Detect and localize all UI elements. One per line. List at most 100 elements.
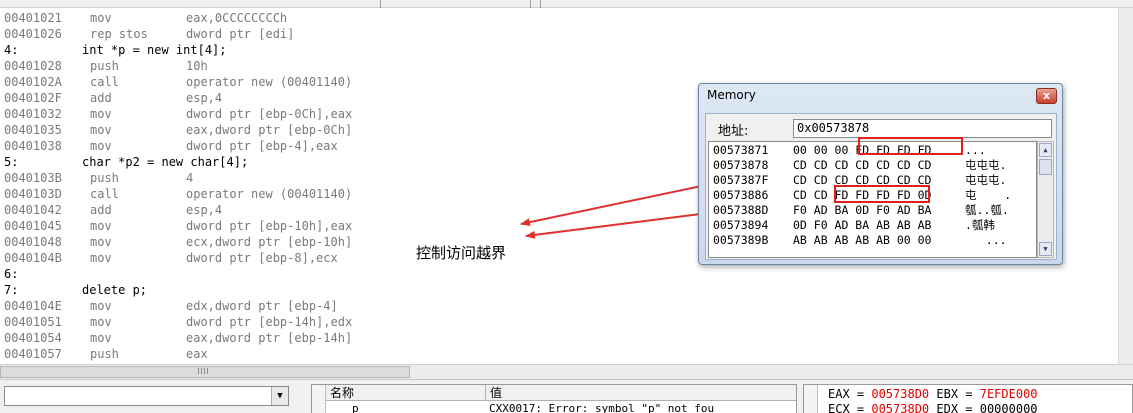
asm-line[interactable]: 0040103B push 4 [4, 170, 704, 186]
memory-row-address: 00573894 [713, 218, 769, 232]
watch-column-name[interactable]: 名称 [326, 385, 486, 401]
source-line[interactable]: 6: [4, 266, 704, 282]
address-input[interactable]: 0x00573878 [793, 119, 1052, 138]
asm-mnemonic: call [90, 75, 119, 89]
asm-address: 00401035 [4, 123, 62, 137]
asm-operands: esp,4 [186, 203, 223, 217]
guard-bytes-highlight [834, 185, 930, 203]
memory-scroll-thumb[interactable] [1039, 159, 1052, 175]
asm-mnemonic: push [90, 171, 119, 185]
address-label: 地址: [718, 124, 749, 139]
guard-bytes-highlight [858, 137, 963, 155]
watch-window[interactable]: 名称 值 p CXX0017: Error: symbol "p" not fo… [311, 384, 797, 413]
asm-operands: dword ptr [ebp-10h],eax [186, 219, 353, 233]
asm-mnemonic: push [90, 59, 119, 73]
scroll-grip-icon [198, 368, 210, 374]
memory-row[interactable]: 0057388D F0 AD BA 0D F0 AD BA 瓠..瓠. [713, 203, 1036, 218]
asm-line[interactable]: 00401038 mov dword ptr [ebp-4],eax [4, 138, 704, 154]
source-line-number: 5: [4, 155, 19, 169]
asm-operands: dword ptr [edi] [186, 27, 295, 41]
memory-row-bytes: F0 AD BA 0D F0 AD BA [793, 203, 932, 217]
asm-operands: eax [186, 347, 208, 361]
registers-gutter [804, 385, 818, 413]
memory-row-chars: .瓠韩 [965, 218, 995, 232]
asm-line[interactable]: 00401035 mov eax,dword ptr [ebp-0Ch] [4, 122, 704, 138]
memory-row-chars: 屯屯屯. [965, 173, 1007, 187]
toolbar-separator [380, 0, 381, 8]
disassembly-horizontal-scrollbar[interactable] [0, 364, 1133, 379]
asm-mnemonic: mov [90, 107, 112, 121]
asm-line[interactable]: 00401021 mov eax,0CCCCCCCCh [4, 10, 704, 26]
asm-operands: eax,dword ptr [ebp-14h] [186, 331, 353, 345]
asm-line[interactable]: 0040102A call operator new (00401140) [4, 74, 704, 90]
memory-row-address: 00573886 [713, 188, 769, 202]
asm-address: 00401038 [4, 139, 62, 153]
asm-mnemonic: mov [90, 11, 112, 25]
asm-line[interactable]: 0040103D call operator new (00401140) [4, 186, 704, 202]
asm-address: 00401054 [4, 331, 62, 345]
asm-mnemonic: mov [90, 299, 112, 313]
asm-line[interactable]: 0040102F add esp,4 [4, 90, 704, 106]
asm-address: 00401045 [4, 219, 62, 233]
asm-line[interactable]: 00401042 add esp,4 [4, 202, 704, 218]
context-combobox[interactable]: ▼ [4, 386, 289, 406]
disassembly-vertical-scrollbar[interactable] [1118, 8, 1133, 364]
asm-mnemonic: rep stos [90, 27, 148, 41]
asm-address: 0040103D [4, 187, 62, 201]
memory-window-title: Memory [707, 88, 756, 102]
asm-address: 00401042 [4, 203, 62, 217]
close-icon[interactable]: x [1036, 88, 1057, 104]
edx-label: EDX = [929, 402, 980, 413]
memory-row-address: 0057389B [713, 233, 769, 247]
memory-vertical-scrollbar[interactable]: ▲ ▼ [1037, 141, 1054, 258]
asm-line[interactable]: 00401057 push eax [4, 346, 704, 362]
memory-row-chars: ... [965, 233, 1007, 247]
watch-row[interactable]: p CXX0017: Error: symbol "p" not fou [326, 402, 796, 413]
memory-row[interactable]: 0057389B AB AB AB AB AB 00 00 ... [713, 233, 1036, 248]
scroll-up-icon[interactable]: ▲ [1039, 143, 1052, 157]
asm-operands: operator new (00401140) [186, 75, 353, 89]
asm-line[interactable]: 00401054 mov eax,dword ptr [ebp-14h] [4, 330, 704, 346]
annotation-label: 控制访问越界 [416, 244, 507, 262]
memory-row-chars: 瓠..瓠. [965, 203, 1009, 217]
asm-operands: eax,0CCCCCCCCh [186, 11, 288, 25]
asm-line[interactable]: 0040104B mov dword ptr [ebp-8],ecx [4, 250, 704, 266]
asm-operands: dword ptr [ebp-8],ecx [186, 251, 338, 265]
source-line[interactable]: 5: char *p2 = new char[4]; [4, 154, 704, 170]
watch-row-value: CXX0017: Error: symbol "p" not fou [489, 402, 715, 413]
asm-address: 00401028 [4, 59, 62, 73]
register-line: EAX = 005738D0 EBX = 7EFDE000 [828, 387, 1038, 401]
memory-row[interactable]: 00573878 CD CD CD CD CD CD CD 屯屯屯. [713, 158, 1036, 173]
source-line[interactable]: 4: int *p = new int[4]; [4, 42, 704, 58]
asm-operands: edx,dword ptr [ebp-4] [186, 299, 338, 313]
scroll-down-icon[interactable]: ▼ [1039, 242, 1052, 256]
ecx-value: 005738D0 [871, 402, 930, 413]
chevron-down-icon[interactable]: ▼ [271, 387, 288, 405]
asm-address: 0040103B [4, 171, 62, 185]
asm-line[interactable]: 00401032 mov dword ptr [ebp-0Ch],eax [4, 106, 704, 122]
ebx-label: EBX = [929, 387, 980, 401]
eax-value: 005738D0 [871, 387, 930, 401]
memory-row[interactable]: 00573894 0D F0 AD BA AB AB AB .瓠韩 [713, 218, 1036, 233]
asm-address: 00401021 [4, 11, 62, 25]
watch-column-value[interactable]: 值 [486, 385, 786, 401]
memory-window[interactable]: Memory x 地址: 0x00573878 00573871 00 00 00… [698, 83, 1063, 265]
source-line[interactable]: 7: delete p; [4, 282, 704, 298]
asm-line[interactable]: 00401045 mov dword ptr [ebp-10h],eax [4, 218, 704, 234]
asm-line[interactable]: 00401028 push 10h [4, 58, 704, 74]
asm-operands: 10h [186, 59, 208, 73]
asm-line[interactable]: 00401051 mov dword ptr [ebp-14h],edx [4, 314, 704, 330]
memory-row-chars: 屯 . [965, 188, 1012, 202]
asm-line[interactable]: 00401048 mov ecx,dword ptr [ebp-10h] [4, 234, 704, 250]
watch-header: 名称 值 [326, 385, 796, 401]
memory-row-bytes: AB AB AB AB AB 00 00 [793, 233, 932, 247]
registers-window[interactable]: EAX = 005738D0 EBX = 7EFDE000 ECX = 0057… [803, 384, 1133, 413]
asm-address: 00401051 [4, 315, 62, 329]
asm-line[interactable]: 0040104E mov edx,dword ptr [ebp-4] [4, 298, 704, 314]
asm-operands: ecx,dword ptr [ebp-10h] [186, 235, 353, 249]
asm-line[interactable]: 00401026 rep stos dword ptr [edi] [4, 26, 704, 42]
eax-label: EAX = [828, 387, 872, 401]
asm-operands: dword ptr [ebp-0Ch],eax [186, 107, 353, 121]
asm-operands: dword ptr [ebp-14h],edx [186, 315, 353, 329]
asm-mnemonic: mov [90, 315, 112, 329]
